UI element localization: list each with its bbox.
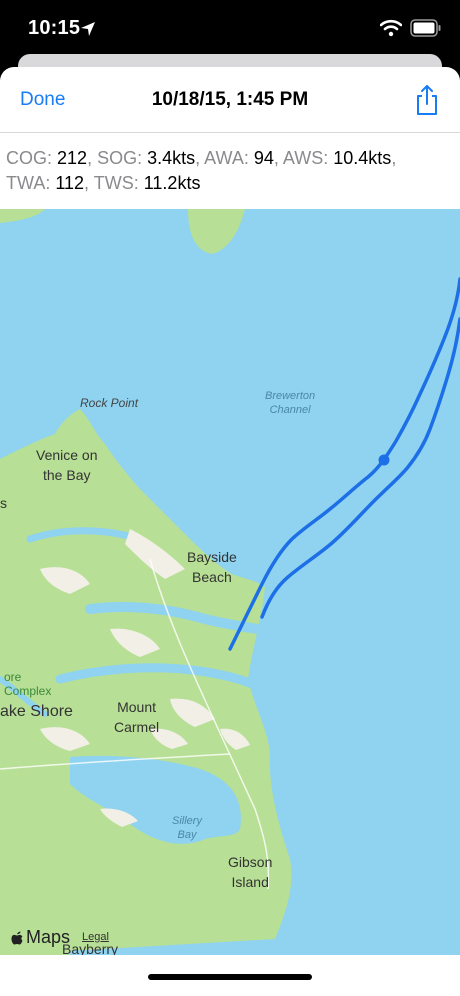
home-indicator[interactable] bbox=[148, 974, 312, 980]
place-label-mount-line2: Carmel bbox=[114, 719, 160, 735]
place-label-lake-shore: ake Shore bbox=[0, 703, 73, 720]
battery-icon bbox=[410, 19, 441, 37]
home-area bbox=[0, 955, 460, 996]
navigation-bar: Done 10/18/15, 1:45 PM bbox=[0, 67, 460, 133]
tws-label: TWS: bbox=[93, 173, 139, 193]
status-time: 10:15 bbox=[28, 17, 81, 39]
aws-label: AWS: bbox=[282, 148, 329, 168]
map-view[interactable]: Rock Point Venice on the Bay Bayside Bea… bbox=[0, 209, 460, 955]
sog-value: 3.4kts bbox=[147, 148, 196, 168]
water-label-sillery-line1: Sillery bbox=[172, 815, 202, 827]
wifi-icon bbox=[380, 19, 402, 37]
water-label-brewerton-line1: Brewerton bbox=[265, 390, 316, 402]
place-label-mount-carmel: Mount Carmel bbox=[114, 697, 159, 737]
place-label-venice-line2: the Bay bbox=[43, 467, 91, 483]
log-entry-sheet: Done 10/18/15, 1:45 PM COG: 212, SOG: 3.… bbox=[0, 67, 460, 996]
cog-label: COG: bbox=[6, 148, 53, 168]
place-label-mount-line1: Mount bbox=[117, 699, 157, 715]
place-label-gibson-line1: Gibson bbox=[228, 854, 273, 870]
place-label-bayside: Bayside Beach bbox=[187, 547, 237, 587]
water-label-sillery-line2: Bay bbox=[177, 829, 197, 841]
place-label-complex: Complex bbox=[4, 684, 52, 698]
place-label-venice: Venice on the Bay bbox=[36, 445, 98, 485]
cog-value: 212 bbox=[57, 148, 88, 168]
maps-attribution-logo: Maps bbox=[10, 927, 70, 948]
apple-logo-icon bbox=[11, 931, 23, 944]
legal-link[interactable]: Legal bbox=[82, 931, 109, 943]
status-bar: 10:15 bbox=[0, 0, 460, 60]
place-label-bayside-line1: Bayside bbox=[187, 549, 237, 565]
place-label-s: s bbox=[0, 495, 7, 511]
tws-value: 11.2kts bbox=[143, 173, 201, 193]
place-label-gibson-line2: Island bbox=[231, 874, 269, 890]
share-button[interactable] bbox=[412, 84, 442, 116]
sailing-stats: COG: 212, SOG: 3.4kts, AWA: 94, AWS: 10.… bbox=[6, 148, 397, 193]
share-icon bbox=[417, 85, 437, 115]
water-label-sillery-bay: Sillery Bay bbox=[172, 814, 202, 842]
sog-label: SOG: bbox=[97, 148, 143, 168]
awa-value: 94 bbox=[253, 148, 274, 168]
water-label-brewerton-channel: Brewerton Channel bbox=[265, 389, 315, 417]
gps-track-marker bbox=[378, 454, 390, 466]
awa-label: AWA: bbox=[204, 148, 249, 168]
place-label-bayside-line2: Beach bbox=[192, 569, 232, 585]
page-title: 10/18/15, 1:45 PM bbox=[151, 89, 309, 110]
location-arrow-icon bbox=[81, 22, 95, 36]
aws-value: 10.4kts bbox=[333, 148, 392, 168]
place-label-venice-line1: Venice on bbox=[36, 447, 98, 463]
maps-logo-text: Maps bbox=[26, 927, 71, 947]
twa-value: 112 bbox=[55, 173, 85, 193]
place-label-rock-point: Rock Point bbox=[80, 396, 139, 410]
twa-label: TWA: bbox=[6, 173, 51, 193]
water-label-brewerton-line2: Channel bbox=[269, 404, 311, 416]
place-label-gibson-island: Gibson Island bbox=[228, 852, 272, 892]
